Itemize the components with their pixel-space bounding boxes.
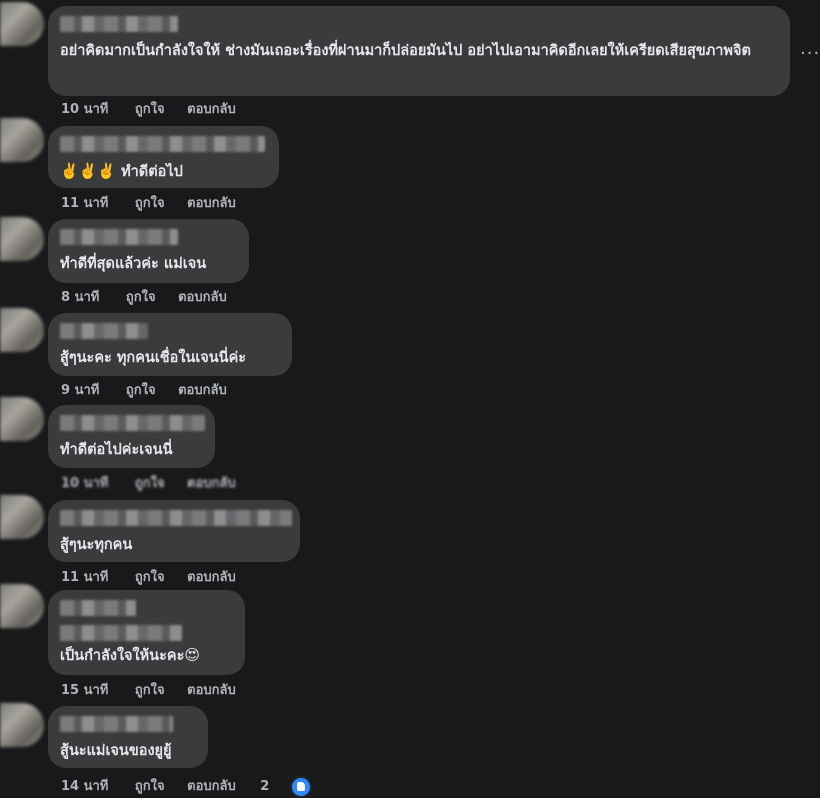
comment-bubble: ✌️✌️✌️ ทำดีต่อไป: [48, 126, 279, 188]
heart-eyes-icon: 😍: [184, 646, 201, 664]
author-name[interactable]: [60, 229, 178, 245]
comment-bubble: สู้ๆนะคะ ทุกคนเชื่อในเจนนี่ค่ะ: [48, 313, 292, 376]
like-button[interactable]: ถูกใจ: [126, 383, 156, 398]
avatar[interactable]: [0, 584, 44, 628]
author-name[interactable]: [60, 16, 178, 32]
like-button[interactable]: ถูกใจ: [135, 779, 165, 794]
more-options-icon[interactable]: ...: [800, 38, 820, 59]
comment-actions: 11 นาที ถูกใจ ตอบกลับ: [61, 192, 254, 213]
author-name[interactable]: [60, 716, 173, 732]
like-button[interactable]: ถูกใจ: [135, 683, 165, 698]
avatar[interactable]: [0, 2, 44, 46]
comment-actions: 11 นาที ถูกใจ ตอบกลับ: [61, 566, 254, 587]
author-name[interactable]: [60, 323, 148, 339]
reply-button[interactable]: ตอบกลับ: [187, 570, 236, 585]
reaction-count: 2: [260, 779, 270, 794]
comment-time[interactable]: 10 นาที: [61, 102, 108, 117]
comment-text: ทำดีที่สุดแล้วค่ะ แม่เจน: [60, 256, 207, 272]
comment-actions: 10 นาที ถูกใจ ตอบกลับ: [61, 98, 254, 119]
avatar[interactable]: [0, 703, 44, 747]
reply-button[interactable]: ตอบกลับ: [187, 683, 236, 698]
comment-time[interactable]: 11 นาที: [61, 570, 108, 585]
comment-text: อย่าคิดมากเป็นกำลังใจให้ ช่างมันเถอะเรื่…: [60, 43, 751, 59]
reply-button[interactable]: ตอบกลับ: [178, 290, 227, 305]
reply-button[interactable]: ตอบกลับ: [187, 102, 236, 117]
comment-actions: 14 นาที ถูกใจ ตอบกลับ 2: [61, 775, 348, 798]
comment-text: ทำดีต่อไปค่ะเจนนี่: [60, 442, 173, 458]
comment-bubble: เป็นกำลังใจให้นะคะ😍: [48, 590, 245, 675]
avatar[interactable]: [0, 217, 44, 261]
avatar[interactable]: [0, 495, 44, 539]
comment-bubble: สู้นะแม่เจนของยูยู้: [48, 706, 208, 768]
reply-button[interactable]: ตอบกลับ: [187, 779, 236, 794]
comment-time[interactable]: 14 นาที: [61, 779, 108, 794]
comment-time[interactable]: 8 นาที: [61, 290, 99, 305]
reply-button[interactable]: ตอบกลับ: [187, 196, 236, 211]
like-button[interactable]: ถูกใจ: [135, 196, 165, 211]
author-subtitle: [60, 625, 182, 641]
comment-bubble: อย่าคิดมากเป็นกำลังใจให้ ช่างมันเถอะเรื่…: [48, 6, 790, 96]
comment-text: ✌️✌️✌️ ทำดีต่อไป: [60, 162, 183, 180]
like-button[interactable]: ถูกใจ: [135, 476, 165, 491]
reply-button[interactable]: ตอบกลับ: [187, 476, 236, 491]
comment-text: เป็นกำลังใจให้นะคะ😍: [60, 646, 201, 664]
comment-actions: 15 นาที ถูกใจ ตอบกลับ: [61, 679, 254, 700]
reply-button[interactable]: ตอบกลับ: [178, 383, 227, 398]
comment-bubble: ทำดีต่อไปค่ะเจนนี่: [48, 405, 215, 468]
comment-actions: 8 นาที ถูกใจ ตอบกลับ: [61, 286, 245, 307]
comment-time[interactable]: 10 นาที: [61, 476, 108, 491]
comment-time[interactable]: 9 นาที: [61, 383, 99, 398]
author-name[interactable]: [60, 600, 136, 616]
comment-text: สู้นะแม่เจนของยูยู้: [60, 743, 172, 759]
like-icon: [290, 775, 313, 798]
comment-time[interactable]: 11 นาที: [61, 196, 108, 211]
like-button[interactable]: ถูกใจ: [126, 290, 156, 305]
like-button[interactable]: ถูกใจ: [135, 102, 165, 117]
victory-hand-icon: ✌️✌️✌️: [60, 162, 117, 180]
author-name[interactable]: [60, 510, 292, 526]
comment-time[interactable]: 15 นาที: [61, 683, 108, 698]
like-button[interactable]: ถูกใจ: [135, 570, 165, 585]
comment-actions: 10 นาที ถูกใจ ตอบกลับ: [61, 472, 254, 493]
comment-bubble: ทำดีที่สุดแล้วค่ะ แม่เจน: [48, 219, 249, 283]
comment-actions: 9 นาที ถูกใจ ตอบกลับ: [61, 379, 245, 400]
comment-text: สู้ๆนะทุกคน: [60, 537, 133, 553]
reaction-summary[interactable]: 2: [260, 775, 330, 798]
author-name[interactable]: [60, 136, 265, 152]
comment-bubble: สู้ๆนะทุกคน: [48, 500, 300, 562]
avatar[interactable]: [0, 118, 44, 162]
avatar[interactable]: [0, 308, 44, 352]
comment-text: สู้ๆนะคะ ทุกคนเชื่อในเจนนี่ค่ะ: [60, 350, 247, 366]
author-name[interactable]: [60, 415, 205, 431]
avatar[interactable]: [0, 397, 44, 441]
